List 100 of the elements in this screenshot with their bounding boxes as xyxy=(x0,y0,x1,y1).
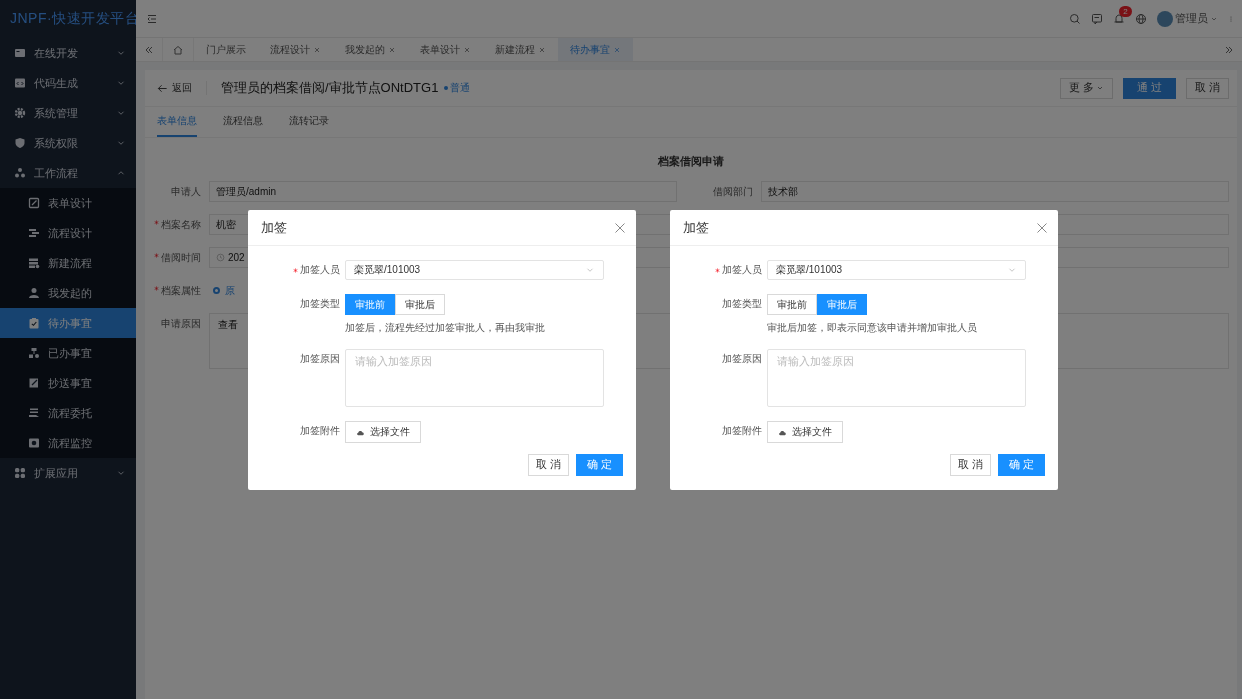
submenu-item[interactable]: 待办事宜 xyxy=(0,308,136,338)
reason-field[interactable]: 请输入加签原因 xyxy=(345,349,604,407)
message-icon[interactable] xyxy=(1091,12,1103,25)
field-label: 加签人员 xyxy=(300,264,340,275)
segment-option[interactable]: 审批前 xyxy=(345,294,395,315)
submenu-item[interactable]: 流程设计 xyxy=(0,218,136,248)
nodes-icon xyxy=(14,167,26,179)
monitor-icon xyxy=(14,47,26,59)
upload-button[interactable]: 选择文件 xyxy=(345,421,421,443)
close-icon[interactable] xyxy=(313,45,321,54)
globe-icon[interactable] xyxy=(1135,12,1147,25)
caret-down-icon xyxy=(1096,84,1105,92)
page-tab[interactable]: 我发起的 xyxy=(333,38,408,61)
menu-item[interactable]: 工作流程 xyxy=(0,158,136,188)
close-icon[interactable] xyxy=(388,45,396,54)
field-label: 申请原因 xyxy=(161,318,201,329)
menu-item[interactable]: 扩展应用 xyxy=(0,458,136,488)
search-icon[interactable] xyxy=(1069,12,1081,25)
priority-tag: 普通 xyxy=(444,81,471,95)
code-window-icon xyxy=(14,77,26,89)
menu-item[interactable]: 代码生成 xyxy=(0,68,136,98)
field-label: 加签类型 xyxy=(722,298,762,309)
section-tab[interactable]: 表单信息 xyxy=(157,107,197,137)
approver-select[interactable]: 栾觅翠/101003 xyxy=(345,260,604,280)
home-icon[interactable] xyxy=(172,43,184,56)
edit-document-icon xyxy=(28,197,40,209)
approver-select[interactable]: 栾觅翠/101003 xyxy=(767,260,1026,280)
segment-option[interactable]: 审批前 xyxy=(767,294,817,315)
dialog-button[interactable]: 确 定 xyxy=(998,454,1045,476)
page-tab[interactable]: 新建流程 xyxy=(483,38,558,61)
screen-icon xyxy=(28,437,40,449)
field-label: 加签原因 xyxy=(722,353,762,364)
grid-icon xyxy=(14,467,26,479)
segment-option[interactable]: 审批后 xyxy=(395,294,445,315)
action-button[interactable]: 通 过 xyxy=(1123,77,1177,99)
dialog-button[interactable]: 取 消 xyxy=(528,454,570,476)
field-label: 加签附件 xyxy=(300,425,340,436)
gear-icon xyxy=(14,107,26,119)
menu-item[interactable]: 系统管理 xyxy=(0,98,136,128)
dialog-button[interactable]: 取 消 xyxy=(950,454,992,476)
dialog-title: 加签 xyxy=(683,218,709,237)
field-label: 借阅时间 xyxy=(161,252,201,263)
submenu-item[interactable]: 我发起的 xyxy=(0,278,136,308)
close-icon[interactable] xyxy=(1036,221,1048,234)
submenu-item[interactable]: 流程监控 xyxy=(0,428,136,458)
dialog-title: 加签 xyxy=(261,218,287,237)
close-icon[interactable] xyxy=(463,45,471,54)
page-title: 管理员的档案借阅/审批节点ONtDTG1 xyxy=(221,79,439,97)
logo: JNPF·快速开发平台 xyxy=(9,9,136,28)
submenu-item[interactable]: 表单设计 xyxy=(0,188,136,218)
page-tab[interactable]: 门户展示 xyxy=(194,38,258,61)
submenu-item[interactable]: 抄送事宜 xyxy=(0,368,136,398)
radio-button[interactable] xyxy=(213,287,220,294)
upload-button[interactable]: 选择文件 xyxy=(767,421,843,443)
avatar[interactable] xyxy=(1157,10,1173,27)
close-icon[interactable] xyxy=(614,221,626,234)
page-tab[interactable]: 表单设计 xyxy=(408,38,483,61)
field-label: 加签原因 xyxy=(300,353,340,364)
action-button[interactable]: 更 多 xyxy=(1060,77,1114,99)
segment-option[interactable]: 审批后 xyxy=(817,294,867,315)
field-label: 加签附件 xyxy=(722,425,762,436)
action-button[interactable]: 取 消 xyxy=(1186,77,1229,99)
submenu-item[interactable]: 新建流程 xyxy=(0,248,136,278)
form-title: 档案借阅申请 xyxy=(657,154,725,169)
page-tab[interactable]: 流程设计 xyxy=(258,38,333,61)
section-tab[interactable]: 流程信息 xyxy=(223,107,263,137)
dialog-button[interactable]: 确 定 xyxy=(576,454,623,476)
menu-item[interactable]: 在线开发 xyxy=(0,38,136,68)
stack-icon xyxy=(28,257,40,269)
bell-icon[interactable] xyxy=(1113,12,1125,25)
hand-list-icon xyxy=(28,407,40,419)
input-field[interactable]: 技术部 xyxy=(761,181,1229,202)
user-name[interactable]: 管理员 xyxy=(1175,11,1208,26)
field-label: 申请人 xyxy=(171,186,201,197)
back-link[interactable]: 返回 xyxy=(157,81,207,95)
field-label: 借阅部门 xyxy=(713,186,753,197)
clock-icon xyxy=(216,253,225,262)
hint-text: 审批后加签，即表示同意该申请并增加审批人员 xyxy=(767,321,978,335)
input-field[interactable]: 管理员/admin xyxy=(209,181,677,202)
menu-fold-icon[interactable] xyxy=(146,12,158,25)
hierarchy-icon xyxy=(28,347,40,359)
field-label: 加签人员 xyxy=(722,264,762,275)
submenu-item[interactable]: 流程委托 xyxy=(0,398,136,428)
notification-badge: 2 xyxy=(1119,5,1132,17)
edit-note-icon xyxy=(28,377,40,389)
close-icon[interactable] xyxy=(538,45,546,54)
shield-icon xyxy=(14,137,26,149)
arrow-left-icon xyxy=(157,82,168,94)
submenu-item[interactable]: 已办事宜 xyxy=(0,338,136,368)
reason-field[interactable]: 请输入加签原因 xyxy=(767,349,1026,407)
menu-item[interactable]: 系统权限 xyxy=(0,128,136,158)
radio-label[interactable]: 原 xyxy=(225,283,235,298)
flow-icon xyxy=(28,227,40,239)
page-tab[interactable]: 待办事宜 xyxy=(558,38,633,61)
field-label: 加签类型 xyxy=(300,298,340,309)
field-label: 档案名称 xyxy=(161,219,201,230)
user-icon xyxy=(28,287,40,299)
section-tab[interactable]: 流转记录 xyxy=(289,107,329,137)
field-label: 档案属性 xyxy=(161,285,201,296)
close-icon[interactable] xyxy=(613,45,621,54)
